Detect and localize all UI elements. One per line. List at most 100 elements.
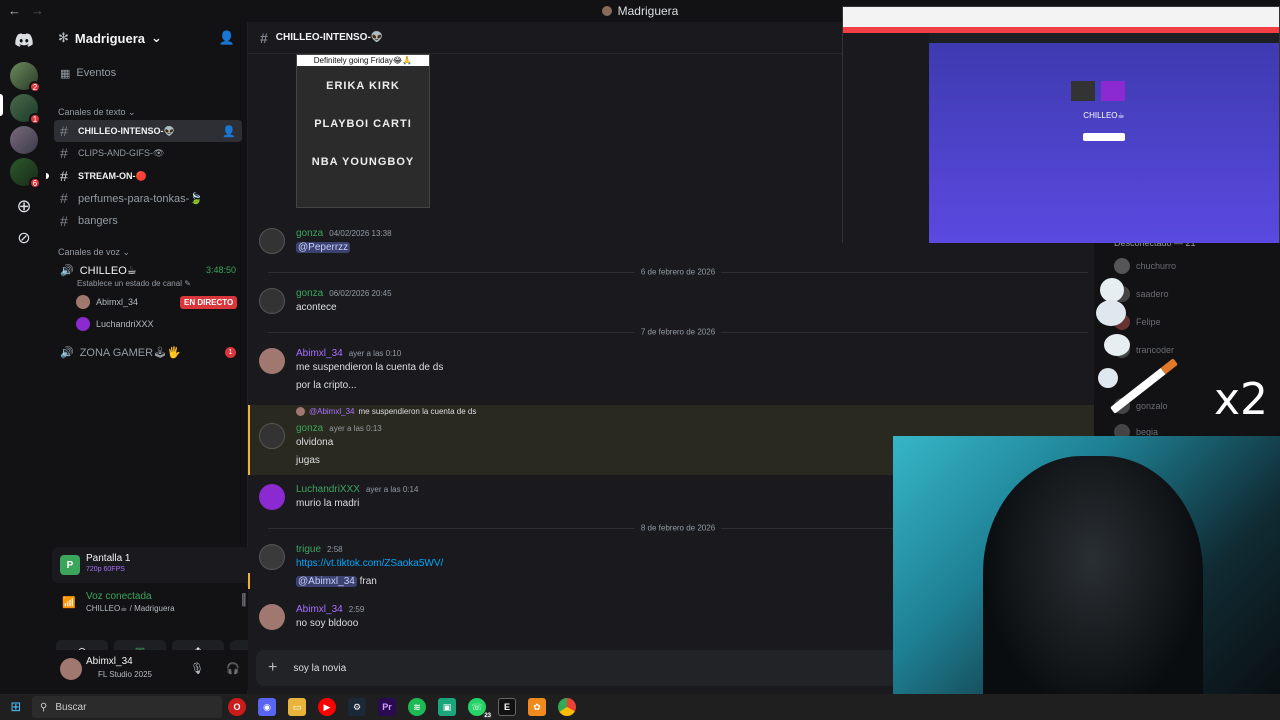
user-avatar[interactable]: [259, 228, 285, 254]
user-avatar[interactable]: [60, 658, 82, 680]
server-name: Madriguera: [74, 30, 145, 46]
spotify-icon[interactable]: ≋: [408, 698, 426, 716]
microphone-icon[interactable]: 🎙: [190, 662, 204, 675]
opera-icon[interactable]: O: [228, 698, 246, 716]
user-mention[interactable]: @Peperrzz: [296, 242, 351, 253]
user-avatar[interactable]: [259, 423, 285, 449]
message-author[interactable]: gonza: [296, 228, 323, 239]
fl-studio-icon[interactable]: ✿: [528, 698, 546, 716]
message-author[interactable]: Abimxl_34: [296, 348, 343, 359]
screen-share-title: Pantalla 1: [86, 553, 131, 564]
voice-user-luchandri[interactable]: LuchandriXXX: [76, 317, 154, 331]
discord-home-icon[interactable]: [10, 26, 38, 54]
preview-stage: CHILLEO☕: [929, 43, 1279, 243]
user-avatar[interactable]: [259, 544, 285, 570]
screen-share-quality: 720p 60FPS: [86, 566, 125, 573]
epic-games-icon[interactable]: E: [498, 698, 516, 716]
back-arrow-icon[interactable]: ←: [8, 3, 21, 18]
category-text[interactable]: Canales de texto ⌄: [58, 107, 136, 118]
voice-user-abimxl[interactable]: Abimxl_34 EN DIRECTO: [76, 295, 246, 309]
multiplier-label: x2: [1214, 374, 1269, 425]
message-author[interactable]: trigue: [296, 544, 321, 555]
live-badge: EN DIRECTO: [180, 295, 238, 309]
channel-perfumes-para-tonkas[interactable]: # perfumes-para-tonkas-🍃: [54, 187, 242, 209]
message-author[interactable]: LuchandriXXX: [296, 484, 360, 495]
server-icon[interactable]: 6: [10, 158, 41, 189]
server-header[interactable]: ✻ Madriguera ⌄ 👤: [46, 22, 247, 54]
channel-clips-and-gifs[interactable]: # CLIPS-AND-GIFS-👁: [54, 142, 242, 164]
discover-icon[interactable]: ⊘: [10, 224, 38, 252]
windows-start-icon[interactable]: ⊞: [0, 694, 32, 720]
channel-name: perfumes-para-tonkas-🍃: [78, 192, 203, 205]
message-text: por la cripto...: [296, 380, 357, 391]
user-activity: FL Studio 2025: [98, 670, 152, 679]
image-caption: Definitely going Friday😂🙏: [297, 55, 429, 66]
add-member-icon[interactable]: 👤: [222, 125, 236, 138]
composer-text[interactable]: soy la novia: [293, 663, 346, 674]
hash-icon: #: [260, 29, 268, 46]
chevron-down-icon: ⌄: [150, 30, 162, 45]
taskbar-search[interactable]: ⚲ Buscar: [32, 696, 222, 718]
category-voice[interactable]: Canales de voz ⌄: [58, 247, 130, 258]
events-item[interactable]: ▦ Eventos: [54, 62, 242, 84]
premiere-icon[interactable]: Pr: [378, 698, 396, 716]
message-timestamp: ayer a las 0:13: [329, 424, 382, 433]
headphones-icon[interactable]: 🎧: [226, 662, 240, 675]
invite-people-icon[interactable]: 👤: [219, 30, 235, 46]
channel-chilleo-intenso[interactable]: # CHILLEO-INTENSO-👽 👤: [54, 120, 242, 142]
server-icon[interactable]: 2: [10, 62, 41, 93]
message-author[interactable]: gonza: [296, 288, 323, 299]
soundboard-wave-icon[interactable]: ║: [240, 594, 248, 606]
poster-line-1: ERIKA KIRK: [326, 80, 400, 92]
message-text: murio la madri: [296, 498, 360, 509]
message-text: jugas: [296, 455, 320, 466]
whatsapp-icon[interactable]: ☏ 23: [468, 698, 492, 719]
voice-channel-name: CHILLEO☕: [79, 264, 137, 277]
user-mention[interactable]: @Abimxl_34: [296, 576, 357, 587]
server-icon[interactable]: [10, 126, 38, 154]
windows-taskbar: ⊞ ⚲ Buscar O ◉ ▭ ▶ ⚙ Pr ≋ ▣ ☏ 23 E ✿: [0, 694, 1280, 720]
chrome-icon[interactable]: [558, 698, 576, 716]
file-explorer-icon[interactable]: ▭: [288, 698, 306, 716]
add-server-icon[interactable]: ⊕: [10, 192, 38, 220]
message-text: me suspendieron la cuenta de ds: [296, 362, 444, 373]
user-avatar: [76, 317, 90, 331]
message-author[interactable]: Abimxl_34: [296, 604, 343, 615]
server-icon-madriguera[interactable]: 1: [10, 94, 41, 125]
user-avatar[interactable]: [259, 604, 285, 630]
steam-icon[interactable]: ⚙: [348, 698, 366, 716]
voice-channel-zona-gamer[interactable]: 🔊 ZONA GAMER🕹🖐 1: [54, 341, 242, 363]
unread-badge: 1: [225, 346, 236, 358]
channel-status[interactable]: Establece un estado de canal ✎: [77, 279, 191, 288]
voice-channel-chilleo[interactable]: 🔊 CHILLEO☕ 3:48:50: [54, 259, 242, 281]
channel-title: CHILLEO-INTENSO-👽: [275, 32, 384, 43]
voice-connected-title: Voz conectada: [86, 591, 152, 602]
reply-preview[interactable]: @Abimxl_34 me suspendieron la cuenta de …: [296, 407, 476, 416]
user-name: Abimxl_34: [86, 656, 133, 667]
user-avatar[interactable]: [259, 484, 285, 510]
message-text: no soy bldooo: [296, 618, 359, 629]
message-link[interactable]: https://vt.tiktok.com/ZSaoka5WV/: [296, 558, 443, 569]
user-avatar[interactable]: [259, 348, 285, 374]
channel-sidebar: ✻ Madriguera ⌄ 👤 ▦ Eventos Canales de te…: [46, 22, 288, 694]
message-author[interactable]: gonza: [296, 423, 323, 434]
date-divider: 6 de febrero de 2026: [268, 267, 1088, 277]
person-silhouette: [983, 456, 1203, 694]
search-label: Buscar: [55, 701, 87, 713]
member-item[interactable]: chuchurro: [1114, 258, 1176, 274]
app-icon[interactable]: ▣: [438, 698, 456, 716]
channel-stream-on[interactable]: # STREAM-ON-🔴: [46, 165, 242, 187]
server-avatar-icon: [601, 6, 612, 16]
voice-user-name: Abimxl_34: [96, 297, 139, 307]
forward-arrow-icon[interactable]: →: [31, 3, 44, 18]
discord-icon[interactable]: ◉: [258, 698, 276, 716]
preview-join-button: [1083, 133, 1125, 141]
youtube-icon[interactable]: ▶: [318, 698, 336, 716]
channel-name: CLIPS-AND-GIFS-👁: [78, 147, 165, 158]
image-attachment[interactable]: Definitely going Friday😂🙏 ERIKA KIRK PLA…: [296, 54, 430, 208]
channel-bangers[interactable]: # bangers: [54, 210, 242, 232]
preview-avatar: [1101, 81, 1125, 101]
add-attachment-icon[interactable]: +: [268, 659, 277, 677]
browser-tabbar: [843, 7, 1279, 27]
user-avatar[interactable]: [259, 288, 285, 314]
